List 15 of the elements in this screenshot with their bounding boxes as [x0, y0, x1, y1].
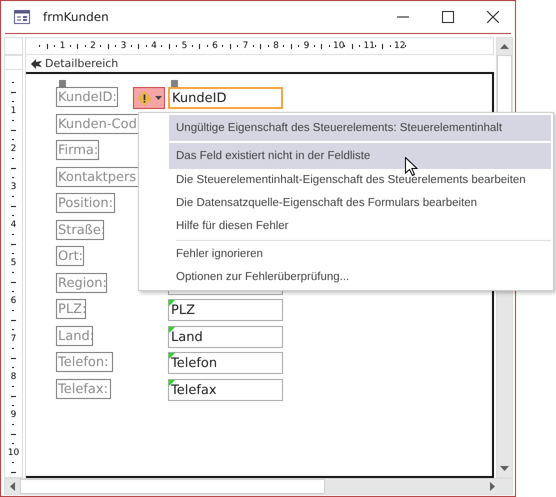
text-box[interactable]: Telefon: [168, 352, 283, 374]
horizontal-ruler: 1 2 3 4 5 6 7 8 9 10 11 12: [25, 37, 494, 55]
menu-item[interactable]: Optionen zur Fehlerüberprüfung...: [169, 266, 551, 289]
menu-item[interactable]: Die Datensatzquelle-Eigenschaft des Formulars bearbeiten: [169, 192, 551, 215]
text-box[interactable]: PLZ: [168, 299, 283, 321]
menu-item[interactable]: Fehler ignorieren: [169, 243, 551, 266]
text-box[interactable]: Telefax: [168, 378, 283, 400]
window-title: frmKunden: [43, 10, 109, 24]
menu-header: Ungültige Eigenschaft des Steuerelements: Steuerelementinhalt: [169, 115, 551, 141]
menu-item[interactable]: Das Feld existiert nicht in der Feldliste: [169, 143, 551, 169]
menu-item[interactable]: Hilfe für diesen Fehler: [169, 215, 551, 238]
menu-item[interactable]: Die Steuerelementinhalt-Eigenschaft des Steuerelements bearbeiten: [169, 169, 551, 192]
vertical-ruler: 1 2 3 4 5 6 7 8 9 10: [4, 55, 23, 478]
text-box[interactable]: Land: [168, 326, 283, 348]
text-box[interactable]: KundeID: [168, 87, 283, 109]
